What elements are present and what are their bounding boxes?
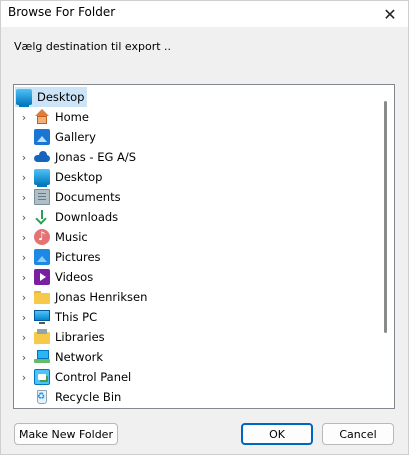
- desktop-icon: [34, 169, 50, 187]
- tree-item-label: Recycle Bin: [55, 390, 122, 404]
- tree-item-label: Documents: [55, 190, 121, 204]
- chevron-right-icon[interactable]: ›: [17, 347, 31, 367]
- tree-item[interactable]: › Control Panel: [17, 367, 131, 387]
- tree-item[interactable]: › Home: [17, 107, 89, 127]
- window-title: Browse For Folder: [8, 5, 116, 19]
- tree-item-root-desktop[interactable]: Desktop: [15, 87, 88, 107]
- tree-item-label: Jonas - EG A/S: [55, 150, 137, 164]
- tree-item-label: Downloads: [55, 210, 119, 224]
- onedrive-cloud-icon: [34, 149, 50, 165]
- chevron-right-icon[interactable]: ›: [17, 107, 31, 127]
- gallery-icon: [34, 129, 50, 145]
- instruction-text: Vælg destination til export ..: [14, 40, 172, 53]
- chevron-right-icon[interactable]: ›: [17, 187, 31, 207]
- ok-button[interactable]: OK: [241, 423, 313, 445]
- tree-item-label: Gallery: [55, 130, 96, 144]
- tree-item[interactable]: › Jonas - EG A/S: [17, 147, 136, 167]
- home-icon: [34, 109, 50, 125]
- documents-icon: [34, 189, 50, 205]
- tree-item-label: Music: [55, 230, 88, 244]
- network-icon: [34, 349, 50, 365]
- downloads-icon: [34, 209, 50, 225]
- browse-for-folder-dialog: Browse For Folder ✕ Vælg destination til…: [0, 0, 409, 455]
- chevron-right-icon[interactable]: ›: [17, 227, 31, 247]
- tree-item[interactable]: › Music: [17, 227, 88, 247]
- tree-item-label: Control Panel: [55, 370, 132, 384]
- chevron-right-icon[interactable]: ›: [17, 167, 31, 187]
- close-button[interactable]: ✕: [372, 1, 408, 27]
- control-panel-icon: [34, 369, 50, 385]
- tree-item[interactable]: › Network: [17, 347, 103, 367]
- tree-item-label: Desktop: [37, 90, 85, 104]
- close-icon: ✕: [383, 4, 397, 24]
- tree-item[interactable]: › This PC: [17, 307, 97, 327]
- tree-item-label: Home: [55, 110, 89, 124]
- title-bar: Browse For Folder ✕: [1, 1, 408, 27]
- scrollbar-thumb[interactable]: [384, 101, 387, 333]
- cancel-button[interactable]: Cancel: [322, 423, 394, 445]
- tree-item[interactable]: › Desktop: [17, 167, 102, 187]
- videos-icon: [34, 269, 50, 285]
- chevron-right-icon[interactable]: ›: [17, 287, 31, 307]
- chevron-right-icon[interactable]: ›: [17, 267, 31, 287]
- tree-item-label: Desktop: [55, 170, 103, 184]
- chevron-right-icon[interactable]: ›: [17, 367, 31, 387]
- tree-item[interactable]: › Jonas Henriksen: [17, 287, 147, 307]
- tree-item[interactable]: › Downloads: [17, 207, 118, 227]
- tree-item[interactable]: › Pictures: [17, 247, 101, 267]
- chevron-right-icon[interactable]: ›: [17, 207, 31, 227]
- chevron-right-icon[interactable]: ›: [17, 247, 31, 267]
- tree-item-label: Pictures: [55, 250, 101, 264]
- libraries-icon: [34, 329, 50, 345]
- tree-item-label: Network: [55, 350, 104, 364]
- tree-item-label: This PC: [55, 310, 98, 324]
- chevron-right-icon[interactable]: ›: [17, 327, 31, 347]
- this-pc-icon: [34, 309, 50, 325]
- pictures-icon: [34, 249, 50, 265]
- tree-item[interactable]: › Libraries: [17, 327, 105, 347]
- tree-item[interactable]: ›Gallery: [17, 127, 96, 147]
- vertical-scrollbar[interactable]: [378, 86, 393, 407]
- tree-item[interactable]: › Documents: [17, 187, 121, 207]
- music-icon: [34, 228, 50, 245]
- tree-item-label: Jonas Henriksen: [55, 290, 148, 304]
- tree-item[interactable]: › Videos: [17, 267, 93, 287]
- tree-item-label: Libraries: [55, 330, 105, 344]
- recycle-bin-icon: [34, 389, 50, 405]
- chevron-right-icon[interactable]: ›: [17, 147, 31, 167]
- tree-item-label: Videos: [55, 270, 94, 284]
- user-folder-icon: [34, 289, 50, 305]
- make-new-folder-button[interactable]: Make New Folder: [14, 423, 118, 445]
- folder-tree[interactable]: Desktop ›Home›Gallery›Jonas - EG A/S›Des…: [13, 84, 395, 409]
- tree-item[interactable]: ›Recycle Bin: [17, 387, 121, 407]
- desktop-icon: [16, 89, 32, 107]
- chevron-right-icon[interactable]: ›: [17, 307, 31, 327]
